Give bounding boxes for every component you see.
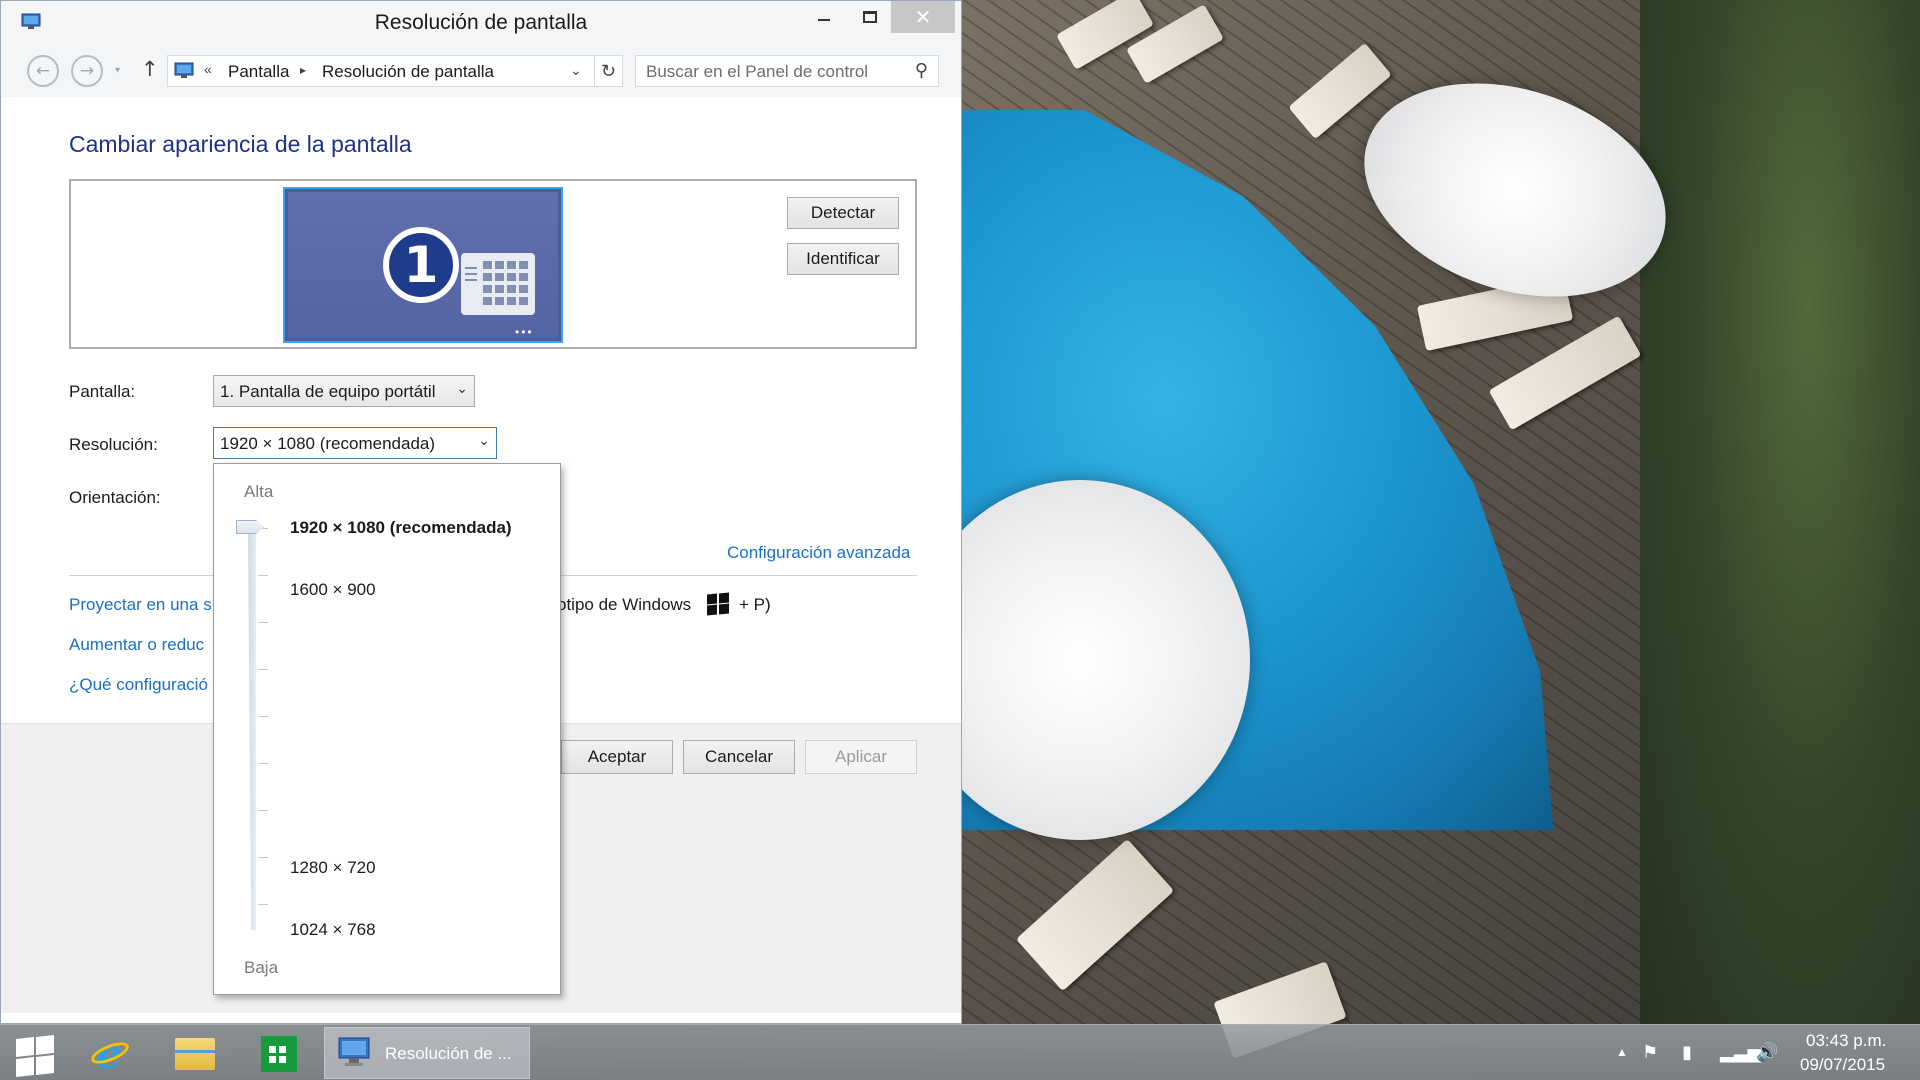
resolution-slider-thumb[interactable] [236, 520, 264, 534]
monitor-1-thumbnail[interactable]: 1 ••• [283, 187, 563, 343]
resolution-dropdown: Alta 1920 × 1080 (recomendada) 1600 × 90… [213, 463, 561, 995]
address-bar[interactable]: « Pantalla ▸ Resolución de pantalla ⌄ ↻ [167, 55, 623, 87]
resolution-option-1280x720[interactable]: 1280 × 720 [290, 858, 376, 878]
project-link[interactable]: Proyectar en una s [69, 595, 213, 615]
resolution-option-1920x1080[interactable]: 1920 × 1080 (recomendada) [290, 518, 512, 538]
display-select[interactable]: 1. Pantalla de equipo portátil ⌄ [213, 375, 475, 407]
refresh-icon: ↻ [600, 60, 617, 81]
clock-time[interactable]: 03:43 p.m. [1806, 1031, 1886, 1051]
search-input[interactable]: Buscar en el Panel de control ⚲ [635, 55, 939, 87]
display-label: Pantalla: [69, 382, 136, 401]
maximize-button[interactable] [847, 1, 893, 33]
search-placeholder: Buscar en el Panel de control [646, 62, 869, 81]
show-hidden-icons-icon[interactable]: ▲ [1616, 1045, 1628, 1059]
resolution-slider-track[interactable] [248, 530, 256, 930]
file-explorer-button[interactable] [172, 1031, 218, 1077]
slider-tick [258, 575, 268, 576]
display-settings-icon [338, 1037, 370, 1066]
text-size-link[interactable]: Aumentar o reduc [69, 635, 213, 655]
taskbar-window-label: Resolución de ... [385, 1044, 512, 1063]
resolution-option-1600x900[interactable]: 1600 × 900 [290, 580, 376, 600]
project-shortcut-hint: otipo de Windows [557, 595, 692, 614]
cancel-button[interactable]: Cancelar [683, 740, 795, 774]
slider-tick [258, 622, 268, 623]
back-button[interactable]: ← [27, 55, 59, 87]
maximize-icon [863, 11, 877, 23]
chevron-down-icon: ⌄ [456, 380, 468, 396]
action-center-flag-icon[interactable]: ⚑ [1642, 1042, 1658, 1063]
identify-button[interactable]: Identificar [787, 243, 899, 275]
close-button[interactable]: ✕ [891, 1, 955, 33]
monitor-dots-icon: ••• [515, 325, 534, 339]
forward-arrow-icon: → [79, 61, 95, 81]
slider-tick [258, 810, 268, 811]
navigation-bar: ← → ▾ ↑ « Pantalla ▸ Resolución de panta… [1, 45, 961, 97]
ok-button[interactable]: Aceptar [561, 740, 673, 774]
slider-tick [258, 857, 268, 858]
slider-tick [258, 716, 268, 717]
store-button[interactable] [256, 1031, 302, 1077]
refresh-button[interactable]: ↻ [594, 56, 622, 86]
windows-logo-icon [16, 1037, 34, 1057]
apply-button[interactable]: Aplicar [805, 740, 917, 774]
resolution-select[interactable]: 1920 × 1080 (recomendada) ⌄ [213, 427, 497, 459]
overflow-chevron-icon[interactable]: « [204, 61, 212, 77]
monitor-layout-panel: 1 ••• Detectar Identificar [69, 179, 917, 349]
high-label: Alta [244, 482, 274, 501]
what-settings-link[interactable]: ¿Qué configuració [69, 675, 213, 695]
close-icon: ✕ [914, 5, 932, 29]
search-icon[interactable]: ⚲ [915, 60, 928, 81]
display-select-value: 1. Pantalla de equipo portátil [220, 382, 436, 401]
breadcrumb-separator-icon[interactable]: ▸ [300, 63, 306, 77]
address-dropdown-icon[interactable]: ⌄ [570, 62, 582, 79]
slider-tick [258, 669, 268, 670]
windows-logo-icon [707, 592, 729, 616]
minimize-button[interactable] [801, 1, 847, 33]
recent-locations-icon[interactable]: ▾ [115, 65, 120, 76]
system-tray: ▲ ⚑ ▮ ▂▃▅ 🔊 03:43 p.m. 09/07/2015 [1610, 1025, 1920, 1080]
store-icon [261, 1036, 297, 1072]
resolution-select-value: 1920 × 1080 (recomendada) [220, 434, 436, 453]
breadcrumb-resolucion[interactable]: Resolución de pantalla [322, 62, 494, 82]
slider-tick [258, 763, 268, 764]
chevron-down-icon: ⌄ [478, 432, 490, 448]
orientation-label: Orientación: [69, 488, 161, 507]
taskbar-window-button[interactable]: Resolución de ... [324, 1027, 530, 1079]
start-button[interactable] [14, 1035, 54, 1077]
internet-explorer-button[interactable]: e [86, 1031, 132, 1078]
clock-date[interactable]: 09/07/2015 [1800, 1055, 1885, 1075]
page-title: Cambiar apariencia de la pantalla [69, 131, 412, 157]
slider-tick [258, 904, 268, 905]
resolution-label: Resolución: [69, 435, 158, 454]
title-bar[interactable]: Resolución de pantalla ✕ [1, 1, 961, 45]
battery-icon[interactable]: ▮ [1682, 1042, 1692, 1063]
advanced-settings-link[interactable]: Configuración avanzada [727, 543, 910, 563]
project-shortcut-key: + P) [739, 595, 771, 614]
forward-button[interactable]: → [71, 55, 103, 87]
monitor-number-badge: 1 [383, 227, 459, 303]
taskbar: e Resolución de ... ▲ ⚑ ▮ ▂▃▅ 🔊 03:43 p.… [0, 1024, 1920, 1080]
back-arrow-icon: ← [35, 61, 51, 81]
resolution-option-1024x768[interactable]: 1024 × 768 [290, 920, 376, 940]
volume-icon[interactable]: 🔊 [1756, 1042, 1778, 1063]
detect-button[interactable]: Detectar [787, 197, 899, 229]
control-panel-icon [174, 62, 194, 78]
minimize-icon [818, 19, 830, 21]
monitor-grid-icon [461, 253, 535, 315]
up-arrow-icon[interactable]: ↑ [141, 57, 159, 81]
low-label: Baja [244, 958, 279, 977]
display-resolution-window: Resolución de pantalla ✕ ← → ▾ ↑ « Panta… [0, 0, 962, 1024]
folder-icon [175, 1038, 215, 1070]
breadcrumb-pantalla[interactable]: Pantalla [228, 62, 289, 82]
wallpaper-garden [1640, 0, 1920, 1024]
